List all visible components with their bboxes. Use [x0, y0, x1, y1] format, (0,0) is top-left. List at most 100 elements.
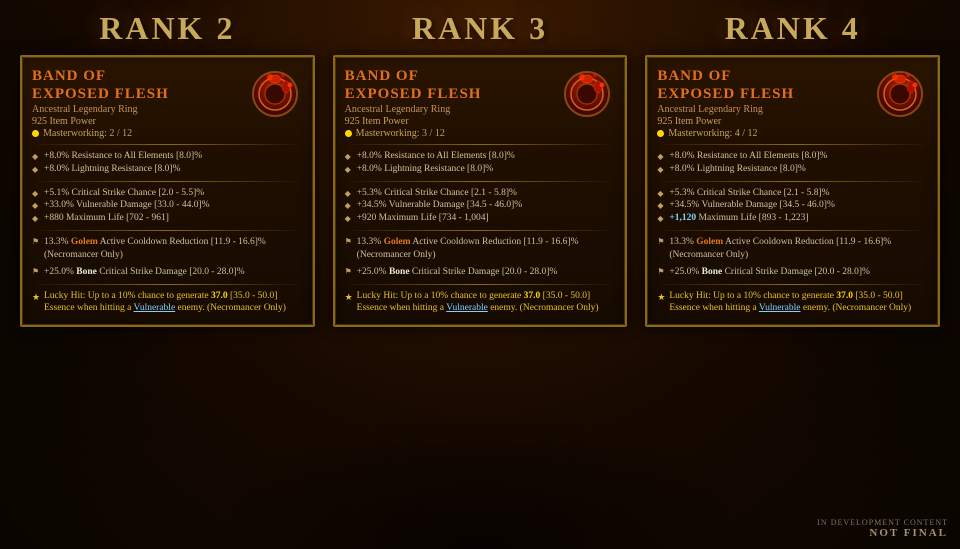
- diamond-icon: ◆: [345, 214, 351, 225]
- rank-4-divider-4: [657, 284, 928, 285]
- rank-3-masterworking: Masterworking: 3 / 12: [345, 128, 555, 139]
- rank-2-title: Rank 2: [99, 10, 235, 47]
- rank-2-divider-4: [32, 284, 303, 285]
- rank-2-lucky-hit: ★ Lucky Hit: Up to a 10% chance to gener…: [32, 290, 303, 316]
- diamond-icon: ◆: [345, 152, 351, 163]
- star-icon: ★: [32, 291, 40, 303]
- star-icon: ★: [345, 291, 353, 303]
- flag-icon: ⚑: [32, 237, 39, 248]
- rank-4-stats-group2: ◆ +5.3% Critical Strike Chance [2.1 - 5.…: [657, 187, 928, 225]
- rank-3-title-section: Band of Exposed Flesh Ancestral Legendar…: [345, 67, 555, 139]
- rank-2-stat-1: ◆ +8.0% Resistance to All Elements [8.0]…: [32, 150, 303, 163]
- rank-2-stat-7: ⚑ +25.0% Bone Critical Strike Damage [20…: [32, 266, 303, 279]
- diamond-icon: ◆: [32, 201, 38, 212]
- rank-2-subtitle: Ancestral Legendary Ring: [32, 104, 242, 115]
- rank-4-stat-4: ◆ +34.5% Vulnerable Damage [34.5 - 46.0]…: [657, 199, 928, 212]
- rank-3-lucky-section: ★ Lucky Hit: Up to a 10% chance to gener…: [345, 290, 616, 316]
- main-content: Rank 2 Band of Exposed Flesh Ancestral L…: [0, 0, 960, 549]
- mw-dot-icon: [345, 130, 352, 137]
- rank-3-stat-2: ◆ +8.0% Lightning Resistance [8.0]%: [345, 163, 616, 176]
- rank-2-stats-group4: ⚑ +25.0% Bone Critical Strike Damage [20…: [32, 266, 303, 279]
- rank-4-stats-group4: ⚑ +25.0% Bone Critical Strike Damage [20…: [657, 266, 928, 279]
- rank-4-lucky-hit: ★ Lucky Hit: Up to a 10% chance to gener…: [657, 290, 928, 316]
- rank-3-stats-group1: ◆ +8.0% Resistance to All Elements [8.0]…: [345, 150, 616, 176]
- rank-2-stat-4: ◆ +33.0% Vulnerable Damage [33.0 - 44.0]…: [32, 199, 303, 212]
- rank-4-card-header: Band of Exposed Flesh Ancestral Legendar…: [657, 67, 928, 139]
- diamond-icon: ◆: [657, 165, 663, 176]
- rank-3-stat-4: ◆ +34.5% Vulnerable Damage [34.5 - 46.0]…: [345, 199, 616, 212]
- rank-4-card: Band of Exposed Flesh Ancestral Legendar…: [645, 55, 940, 327]
- rank-4-divider-3: [657, 230, 928, 231]
- rank-4-stat-6: ⚑ 13.3% Golem Active Cooldown Reduction …: [657, 236, 928, 262]
- diamond-icon: ◆: [657, 152, 663, 163]
- diamond-icon: ◆: [32, 189, 38, 200]
- rank-3-stat-1: ◆ +8.0% Resistance to All Elements [8.0]…: [345, 150, 616, 163]
- rank-2-column: Rank 2 Band of Exposed Flesh Ancestral L…: [20, 10, 315, 327]
- rank-4-divider-2: [657, 181, 928, 182]
- rank-3-stat-7: ⚑ +25.0% Bone Critical Strike Damage [20…: [345, 266, 616, 279]
- rank-2-ring-icon: [248, 67, 303, 122]
- rank-2-item-power: 925 Item Power: [32, 116, 242, 127]
- rank-4-column: Rank 4 Band of Exposed Flesh Ancestral L…: [645, 10, 940, 327]
- rank-4-stats-group3: ⚑ 13.3% Golem Active Cooldown Reduction …: [657, 236, 928, 262]
- rank-3-item-power: 925 Item Power: [345, 116, 555, 127]
- rank-4-item-title: Band of Exposed Flesh: [657, 67, 867, 103]
- diamond-icon: ◆: [32, 214, 38, 225]
- rank-3-item-title: Band of Exposed Flesh: [345, 67, 555, 103]
- rank-3-divider-3: [345, 230, 616, 231]
- rank-3-divider-1: [345, 144, 616, 145]
- rank-3-stat-6: ⚑ 13.3% Golem Active Cooldown Reduction …: [345, 236, 616, 262]
- watermark-line2: Not Final: [817, 527, 948, 539]
- rank-2-lucky-section: ★ Lucky Hit: Up to a 10% chance to gener…: [32, 290, 303, 316]
- rank-4-item-power: 925 Item Power: [657, 116, 867, 127]
- rank-4-masterworking: Masterworking: 4 / 12: [657, 128, 867, 139]
- rank-2-card: Band of Exposed Flesh Ancestral Legendar…: [20, 55, 315, 327]
- rank-3-lucky-hit: ★ Lucky Hit: Up to a 10% chance to gener…: [345, 290, 616, 316]
- rank-4-title-section: Band of Exposed Flesh Ancestral Legendar…: [657, 67, 867, 139]
- rank-3-stats-group4: ⚑ +25.0% Bone Critical Strike Damage [20…: [345, 266, 616, 279]
- star-icon: ★: [657, 291, 665, 303]
- diamond-icon: ◆: [345, 201, 351, 212]
- rank-3-stats-group2: ◆ +5.3% Critical Strike Chance [2.1 - 5.…: [345, 187, 616, 225]
- rank-3-stats-group3: ⚑ 13.3% Golem Active Cooldown Reduction …: [345, 236, 616, 262]
- diamond-icon: ◆: [345, 165, 351, 176]
- diamond-icon: ◆: [32, 165, 38, 176]
- rank-4-stat-1: ◆ +8.0% Resistance to All Elements [8.0]…: [657, 150, 928, 163]
- rank-3-ring-icon: [560, 67, 615, 122]
- flag-icon: ⚑: [32, 267, 39, 278]
- rank-2-divider-2: [32, 181, 303, 182]
- rank-3-stat-3: ◆ +5.3% Critical Strike Chance [2.1 - 5.…: [345, 187, 616, 200]
- rank-3-stat-5: ◆ +920 Maximum Life [734 - 1,004]: [345, 212, 616, 225]
- rank-4-stat-2: ◆ +8.0% Lightning Resistance [8.0]%: [657, 163, 928, 176]
- rank-2-masterworking: Masterworking: 2 / 12: [32, 128, 242, 139]
- rank-2-stats-group1: ◆ +8.0% Resistance to All Elements [8.0]…: [32, 150, 303, 176]
- ranks-row: Rank 2 Band of Exposed Flesh Ancestral L…: [20, 10, 940, 327]
- rank-2-title-section: Band of Exposed Flesh Ancestral Legendar…: [32, 67, 242, 139]
- diamond-icon: ◆: [345, 189, 351, 200]
- rank-2-stat-3: ◆ +5.1% Critical Strike Chance [2.0 - 5.…: [32, 187, 303, 200]
- flag-icon: ⚑: [657, 237, 664, 248]
- rank-3-divider-4: [345, 284, 616, 285]
- diamond-icon: ◆: [657, 214, 663, 225]
- rank-4-subtitle: Ancestral Legendary Ring: [657, 104, 867, 115]
- mw-dot-icon: [657, 130, 664, 137]
- rank-3-divider-2: [345, 181, 616, 182]
- rank-4-title: Rank 4: [725, 10, 861, 47]
- watermark-line1: In Development Content: [817, 518, 948, 527]
- rank-3-card-header: Band of Exposed Flesh Ancestral Legendar…: [345, 67, 616, 139]
- rank-2-stat-5: ◆ +880 Maximum Life [702 - 961]: [32, 212, 303, 225]
- rank-3-title: Rank 3: [412, 10, 548, 47]
- rank-4-stat-7: ⚑ +25.0% Bone Critical Strike Damage [20…: [657, 266, 928, 279]
- mw-dot-icon: [32, 130, 39, 137]
- flag-icon: ⚑: [657, 267, 664, 278]
- rank-2-divider-3: [32, 230, 303, 231]
- rank-2-stat-6: ⚑ 13.3% Golem Active Cooldown Reduction …: [32, 236, 303, 262]
- watermark: In Development Content Not Final: [817, 518, 948, 539]
- rank-4-stat-5: ◆ +1,120 Maximum Life [893 - 1,223]: [657, 212, 928, 225]
- rank-2-stats-group2: ◆ +5.1% Critical Strike Chance [2.0 - 5.…: [32, 187, 303, 225]
- diamond-icon: ◆: [32, 152, 38, 163]
- rank-3-card: Band of Exposed Flesh Ancestral Legendar…: [333, 55, 628, 327]
- rank-2-stats-group3: ⚑ 13.3% Golem Active Cooldown Reduction …: [32, 236, 303, 262]
- flag-icon: ⚑: [345, 267, 352, 278]
- rank-2-divider-1: [32, 144, 303, 145]
